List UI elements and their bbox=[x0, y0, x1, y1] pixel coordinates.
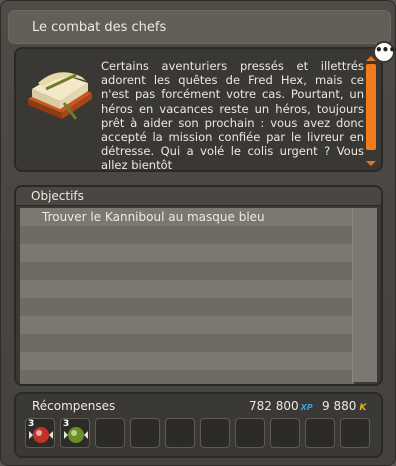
objective-row bbox=[20, 316, 354, 334]
empty-reward-slot bbox=[235, 418, 265, 448]
scroll-thumb[interactable] bbox=[366, 64, 376, 150]
objective-row bbox=[20, 280, 354, 298]
reward-slots: 3 3 bbox=[25, 418, 370, 448]
title-bar: Le combat des chefs bbox=[8, 10, 391, 44]
empty-reward-slot bbox=[305, 418, 335, 448]
rewards-panel: Récompenses 782 800 XP 9 880 K 3 3 bbox=[14, 392, 383, 458]
quest-title: Le combat des chefs bbox=[32, 20, 167, 35]
empty-reward-slot bbox=[270, 418, 300, 448]
objectives-header: Objectifs bbox=[16, 187, 381, 206]
empty-reward-slot bbox=[200, 418, 230, 448]
description-scrollbar[interactable] bbox=[366, 56, 376, 166]
objective-row bbox=[20, 334, 354, 352]
quest-book-icon bbox=[28, 72, 92, 120]
kamas-reward: 9 880 K bbox=[322, 399, 366, 413]
quest-window: Le combat des chefs Certains aventuriers… bbox=[0, 0, 396, 466]
objective-row bbox=[20, 298, 354, 316]
empty-reward-slot bbox=[340, 418, 370, 448]
objectives-list: Trouver le Kanniboul au masque bleu bbox=[20, 208, 354, 384]
empty-reward-slot bbox=[95, 418, 125, 448]
objective-row bbox=[20, 262, 354, 280]
reward-item-slot[interactable]: 3 bbox=[60, 418, 90, 448]
xp-icon: XP bbox=[300, 403, 313, 412]
description-panel: Certains aventuriers pressés et illettré… bbox=[14, 47, 383, 172]
empty-reward-slot bbox=[130, 418, 160, 448]
empty-reward-slot bbox=[165, 418, 195, 448]
objective-row bbox=[20, 352, 354, 370]
objectives-panel: Objectifs Trouver le Kanniboul au masque… bbox=[14, 185, 383, 386]
xp-amount: 782 800 bbox=[249, 399, 299, 413]
objective-row bbox=[20, 244, 354, 262]
xp-reward: 782 800 XP bbox=[249, 399, 313, 413]
quest-description: Certains aventuriers pressés et illettré… bbox=[101, 59, 364, 172]
objective-row bbox=[20, 370, 354, 384]
kamas-icon: K bbox=[359, 403, 367, 413]
reward-item-slot[interactable]: 3 bbox=[25, 418, 55, 448]
rewards-title: Récompenses bbox=[32, 399, 116, 413]
objective-row bbox=[20, 226, 354, 244]
kamas-amount: 9 880 bbox=[322, 399, 357, 413]
item-quantity: 3 bbox=[28, 419, 35, 429]
objective-row[interactable]: Trouver le Kanniboul au masque bleu bbox=[20, 208, 354, 226]
item-quantity: 3 bbox=[63, 419, 70, 429]
options-button[interactable]: ••• bbox=[373, 41, 396, 63]
objectives-scrollbar[interactable] bbox=[352, 208, 377, 382]
scroll-down-arrow-icon[interactable] bbox=[366, 161, 376, 166]
